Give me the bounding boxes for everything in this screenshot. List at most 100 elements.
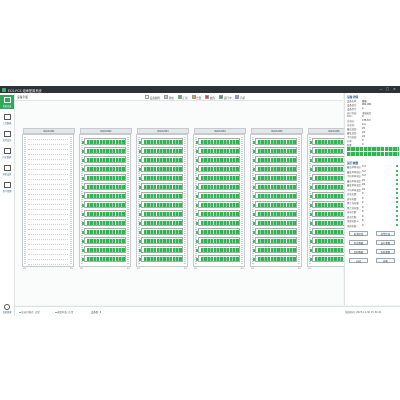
module-status-led [139,195,141,198]
module-cells [201,167,239,172]
battery-module[interactable] [82,183,126,190]
sidebar-item-users[interactable]: 用户管理 [0,180,14,194]
battery-module[interactable] [82,201,126,208]
battery-module[interactable] [139,237,183,244]
battery-module[interactable] [139,228,183,235]
battery-module[interactable] [139,246,183,253]
sidebar-item-settings[interactable]: 系统设置 [0,163,14,177]
app-window: ECS-PCS 组串配置系统 — □ × 系统总览 工况数据 实时监控 历史数据… [0,86,400,316]
battery-module[interactable] [253,192,297,199]
battery-module[interactable] [139,183,183,190]
rack-foot-label: 0% [240,268,244,270]
sidebar-item-conditions[interactable]: 工况数据 [0,112,14,126]
kv-row: 放电次数: 0 [347,214,399,219]
battery-module[interactable] [82,165,126,172]
battery-module[interactable] [139,219,183,226]
sidebar-item-label: 用户管理 [2,190,12,193]
battery-module[interactable] [253,138,297,145]
battery-module[interactable] [139,201,183,208]
close-button[interactable]: × [393,87,396,91]
action-button[interactable]: 停机 [376,258,395,263]
battery-module[interactable] [196,156,240,163]
battery-module[interactable] [196,201,240,208]
battery-module[interactable] [82,147,126,154]
battery-module[interactable] [253,147,297,154]
rack-cabinet[interactable]: RACK-002 0% 0% [79,128,132,270]
battery-module[interactable] [196,165,240,172]
battery-module[interactable] [196,138,240,145]
battery-module[interactable] [139,255,183,262]
battery-module[interactable] [196,246,240,253]
battery-module[interactable] [82,228,126,235]
battery-module[interactable] [139,174,183,181]
battery-module[interactable] [253,237,297,244]
battery-module[interactable] [253,174,297,181]
status-indicator [395,178,398,181]
sidebar-item-label: 实时监控 [2,139,12,142]
battery-module[interactable] [82,210,126,217]
kv-value: 25 [362,127,365,130]
battery-module[interactable] [139,192,183,199]
battery-module[interactable] [196,210,240,217]
battery-module[interactable] [82,156,126,163]
action-button[interactable]: 电池信息 [349,231,368,236]
battery-module[interactable] [196,147,240,154]
battery-module[interactable] [82,237,126,244]
battery-module[interactable] [139,147,183,154]
status-indicator [395,214,398,217]
battery-module[interactable] [196,255,240,262]
battery-module[interactable] [253,183,297,190]
action-button[interactable]: 启动 [349,258,368,263]
action-button[interactable]: 运行参数 [376,240,395,245]
battery-module[interactable] [196,192,240,199]
battery-module[interactable] [253,255,297,262]
rack-cabinet[interactable]: RACK-001 0% 0% [22,128,75,270]
sidebar-item-overview[interactable]: 系统总览 [0,95,14,109]
battery-module[interactable] [196,228,240,235]
battery-module[interactable] [253,210,297,217]
battery-module[interactable] [253,201,297,208]
battery-module[interactable] [82,246,126,253]
battery-module[interactable] [253,156,297,163]
battery-module[interactable] [196,183,240,190]
module-status-led [82,141,84,144]
rack-cabinet[interactable]: RACK-005 0% 0% [250,128,303,270]
module-cells [201,248,239,253]
battery-module[interactable] [139,138,183,145]
action-button[interactable]: 实时数据 [349,249,368,254]
empty-slot [28,169,68,170]
legend-label: 待机 [240,97,246,100]
battery-module[interactable] [196,219,240,226]
empty-slot [28,149,68,150]
sidebar-item-monitor[interactable]: 实时监控 [0,129,14,143]
battery-module[interactable] [82,174,126,181]
action-button[interactable]: 系统参数 [376,249,395,254]
battery-module[interactable] [82,219,126,226]
rack-cabinet[interactable]: RACK-003 0% 0% [136,128,189,270]
kv-row: 最高单体电压: 3.3 [347,165,399,169]
kv-value: 475.8 V [362,119,371,122]
sidebar-item-history[interactable]: 历史数据 [0,146,14,160]
settings-icon [3,165,11,171]
maximize-button[interactable]: □ [386,87,389,91]
battery-module[interactable] [82,255,126,262]
battery-module[interactable] [139,210,183,217]
battery-module[interactable] [82,192,126,199]
battery-module[interactable] [196,237,240,244]
minimize-button[interactable]: — [379,87,383,91]
battery-module[interactable] [253,228,297,235]
action-button[interactable]: 告警信息 [376,231,395,236]
battery-module[interactable] [253,246,297,253]
battery-module[interactable] [139,165,183,172]
sidebar-admin[interactable]: 系统管理 [0,303,14,314]
battery-module[interactable] [196,174,240,181]
battery-module[interactable] [139,156,183,163]
battery-module[interactable] [253,219,297,226]
rack-cabinet[interactable]: RACK-004 0% 0% [193,128,246,270]
battery-module[interactable] [253,165,297,172]
battery-module[interactable] [82,138,126,145]
module-cells [87,194,125,199]
module-cells [87,140,125,145]
action-button[interactable]: 历史数据 [349,240,368,245]
empty-slot [28,229,68,230]
